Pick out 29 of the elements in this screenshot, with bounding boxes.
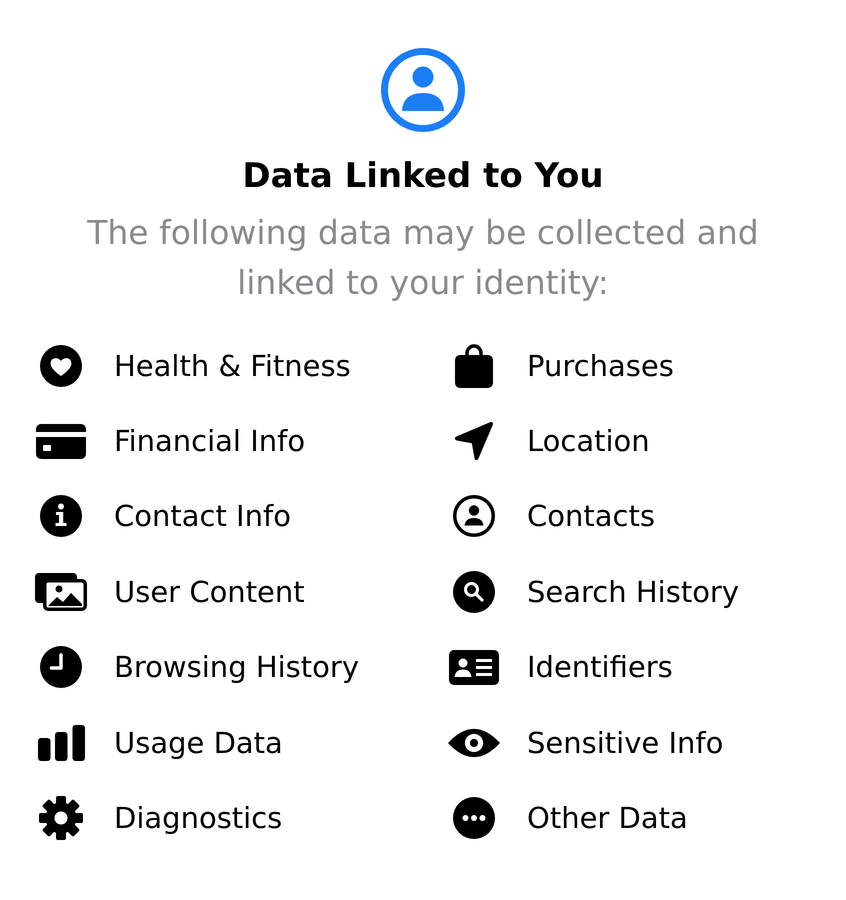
gear-icon bbox=[39, 796, 83, 840]
category-label: Health & Fitness bbox=[114, 348, 351, 384]
bar-chart-icon bbox=[38, 724, 84, 761]
category-label: Usage Data bbox=[114, 724, 283, 761]
category-label: Search History bbox=[527, 574, 740, 610]
category-label: Purchases bbox=[527, 348, 674, 384]
search-icon bbox=[453, 570, 495, 613]
category-label: Contact Info bbox=[114, 498, 291, 534]
id-card-icon bbox=[449, 650, 499, 685]
bag-icon bbox=[455, 344, 493, 388]
info-icon bbox=[40, 495, 82, 538]
category-label: Location bbox=[527, 423, 650, 460]
section-title: Data Linked to You bbox=[242, 155, 604, 197]
credit-card-icon bbox=[36, 424, 86, 459]
category-label: Sensitive Info bbox=[527, 724, 724, 761]
location-arrow-icon bbox=[454, 421, 494, 462]
person-circle-icon bbox=[381, 48, 465, 132]
photos-icon bbox=[35, 572, 87, 611]
ellipsis-icon bbox=[453, 797, 495, 840]
person-circle-icon bbox=[453, 495, 495, 538]
section-description: The following data may be collected and linked to your identity: bbox=[86, 212, 760, 304]
category-label: Financial Info bbox=[114, 423, 306, 460]
category-label: User Content bbox=[114, 574, 305, 610]
category-label: Other Data bbox=[527, 800, 688, 836]
clock-icon bbox=[40, 646, 82, 688]
category-label: Contacts bbox=[527, 498, 655, 534]
category-label: Browsing History bbox=[114, 649, 359, 686]
category-label: Diagnostics bbox=[114, 800, 282, 836]
category-label: Identifiers bbox=[527, 649, 673, 686]
